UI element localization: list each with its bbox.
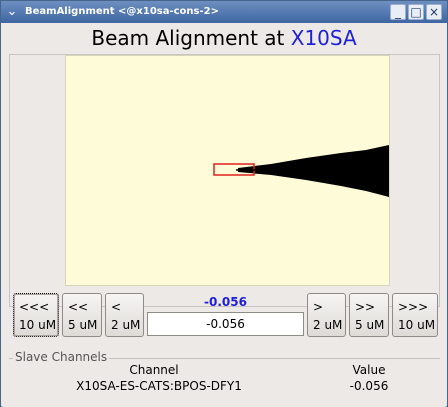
beam-shape (238, 145, 389, 197)
move-right-10um-button[interactable]: >>> 10 uM (392, 293, 438, 337)
move-left-5um-button[interactable]: << 5 uM (62, 293, 102, 337)
channel-value: -0.056 (349, 379, 389, 393)
beam-view-frame (9, 54, 440, 307)
move-left-10um-button[interactable]: <<< 10 uM (13, 293, 59, 337)
move-left-2um-button[interactable]: < 2 uM (105, 293, 144, 337)
beam-plot[interactable] (65, 55, 390, 286)
move-left-5um-symbol: << (68, 300, 89, 314)
column-header-channel: Channel (129, 363, 179, 377)
move-right-5um-symbol: >> (355, 300, 376, 314)
close-icon[interactable]: × (426, 4, 442, 20)
maximize-icon[interactable]: □ (408, 4, 424, 20)
beam-alignment-window: ⌄ BeamAlignment <@x10sa-cons-2> _ □ × Be… (0, 0, 448, 407)
column-header-value: Value (352, 363, 386, 377)
window-menu-icon[interactable]: ⌄ (4, 4, 20, 20)
channel-name: X10SA-ES-CATS:BPOS-DFY1 (76, 379, 242, 393)
move-right-2um-button[interactable]: > 2 uM (307, 293, 346, 337)
move-right-10um-symbol: >>> (398, 300, 429, 314)
move-right-5um-button[interactable]: >> 5 uM (349, 293, 389, 337)
move-left-5um-step: 5 uM (68, 318, 98, 332)
slave-channels-group: Slave Channels Channel Value X10SA-ES-CA… (9, 350, 440, 406)
page-title: Beam Alignment at X10SA (2, 23, 446, 53)
move-right-5um-step: 5 uM (355, 318, 385, 332)
slave-channels-title: Slave Channels (13, 350, 110, 364)
position-readback: -0.056 (204, 295, 247, 309)
beam-plot-canvas (213, 145, 389, 197)
title-prefix: Beam Alignment at (91, 26, 285, 50)
move-right-2um-step: 2 uM (313, 318, 343, 332)
minimize-icon[interactable]: _ (390, 4, 406, 20)
title-bar[interactable]: ⌄ BeamAlignment <@x10sa-cons-2> _ □ × (1, 1, 447, 23)
move-left-10um-symbol: <<< (19, 300, 50, 314)
move-left-2um-step: 2 uM (111, 318, 141, 332)
station-name: X10SA (290, 26, 357, 50)
move-left-10um-step: 10 uM (19, 318, 57, 332)
move-left-2um-symbol: < (111, 300, 122, 314)
main-content: Beam Alignment at X10SA <<< 10 uM << 5 u… (2, 23, 446, 407)
position-setpoint-input[interactable]: -0.056 (147, 312, 304, 336)
move-right-2um-symbol: > (313, 300, 324, 314)
window-title: BeamAlignment <@x10sa-cons-2> (25, 6, 219, 17)
move-right-10um-step: 10 uM (398, 318, 436, 332)
